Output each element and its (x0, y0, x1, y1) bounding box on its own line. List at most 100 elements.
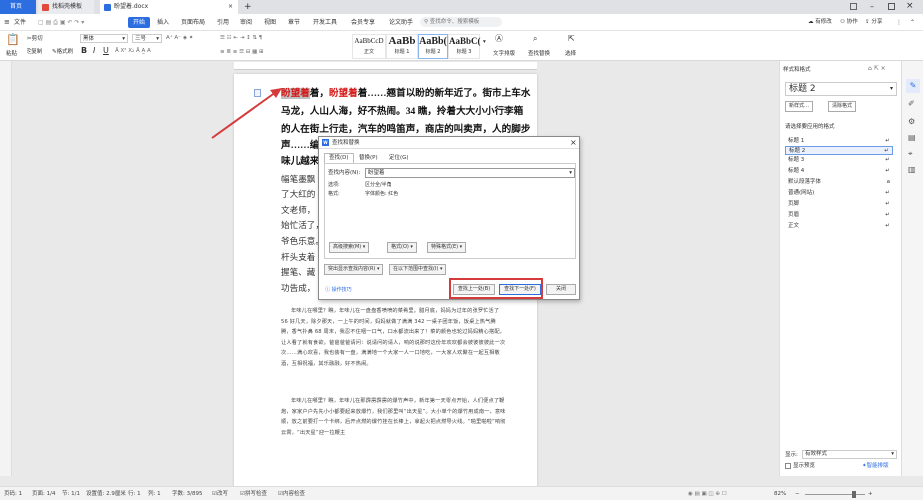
unsaved-status[interactable]: ☁ 有修改 (808, 18, 832, 27)
share-button[interactable]: ⇪ 分享 (865, 18, 882, 27)
menu-layout[interactable]: 页面布局 (181, 18, 205, 27)
more-icon[interactable]: ⋮ (896, 18, 902, 27)
menu-dev[interactable]: 开发工具 (313, 18, 337, 27)
style-list-item[interactable]: 标题 3 ↵ (785, 156, 893, 165)
underline-button[interactable]: U (103, 47, 109, 55)
spell-check-toggle[interactable]: ☑拼写检查 (240, 490, 267, 498)
preview-checkbox[interactable] (785, 463, 791, 469)
status-word-count[interactable]: 字数: 3/895 (172, 490, 202, 498)
dialog-titlebar[interactable]: W 查找和替换 × (319, 137, 579, 149)
zoom-out-icon[interactable]: − (795, 490, 800, 498)
quick-access-icons[interactable]: ▢ ▤ ⎙ ▣ ↶ ↷ ▾ (38, 18, 84, 27)
collapse-ribbon-icon[interactable]: ⌃ (910, 18, 915, 27)
tab-replace[interactable]: 替换(P) (359, 154, 378, 163)
tab-template[interactable]: 找稻壳模板 (38, 0, 94, 14)
copy-button[interactable]: ⎘复制 (27, 49, 42, 56)
tips-link[interactable]: ⓘ 操作技巧 (325, 286, 352, 294)
zoom-level[interactable]: 82% (774, 490, 786, 498)
overwrite-toggle[interactable]: ☑改写 (212, 490, 228, 498)
adjust-icon[interactable]: ⚙ (908, 117, 915, 127)
find-in-range-button[interactable]: 在以下范围中查找(I) ▾ (389, 264, 447, 275)
status-row[interactable]: 行: 1 (128, 490, 141, 498)
bold-button[interactable]: B (81, 47, 87, 55)
menu-start[interactable]: 开始 (128, 17, 151, 28)
layers-icon[interactable]: ▤ (908, 133, 916, 143)
layout-icon[interactable] (850, 3, 857, 10)
status-column[interactable]: 列: 1 (148, 490, 161, 498)
content-check-toggle[interactable]: ☑内容检查 (278, 490, 305, 498)
italic-button[interactable]: I (93, 47, 95, 55)
menu-view[interactable]: 视图 (264, 18, 276, 27)
style-heading3[interactable]: AaBbC(标题 3 (448, 34, 481, 59)
font-size-select[interactable]: 三号 ▾ (132, 34, 162, 43)
zoom-slider[interactable] (805, 494, 865, 495)
style-list-item[interactable]: 正文 ↵ (785, 222, 893, 231)
paste-button[interactable]: 粘贴 (6, 51, 17, 58)
minimize-icon[interactable]: – (870, 2, 874, 11)
tab-document[interactable]: 盼望着.docx × (100, 0, 238, 14)
text-tools-icon[interactable]: Ⓐ (495, 35, 503, 43)
menu-reference[interactable]: 引用 (217, 18, 229, 27)
format-button[interactable]: 格式(O) ▾ (387, 242, 417, 253)
show-select[interactable]: 有效样式 ▾ (802, 450, 897, 459)
tab-find[interactable]: 查找(D) (324, 153, 354, 163)
menu-file[interactable]: 文件 (14, 18, 26, 27)
edit-icon[interactable]: ✐ (908, 99, 915, 109)
text-tools-button[interactable]: 文字排版 (493, 51, 515, 58)
style-list-item[interactable]: 标题 2 ↵ (785, 146, 893, 155)
list-icons[interactable]: ☰ ☷ ⇤ ⇥ ↕ ⇅ ¶ (220, 35, 262, 42)
text-effect-icons[interactable]: Ā X² X₂ Ā A̲ A (115, 48, 151, 55)
status-pages[interactable]: 页面: 1/4 (32, 490, 55, 498)
tab-goto[interactable]: 定位(G) (389, 154, 409, 163)
close-tab-icon[interactable]: × (228, 0, 233, 14)
font-select[interactable]: 黑体 ▾ (80, 34, 128, 43)
view-mode-icons[interactable]: ◉ ▤ ▣ ◫ ⊕ ☐ (688, 490, 727, 498)
format-painter-button[interactable]: ✎格式刷 (52, 49, 73, 56)
new-style-button[interactable]: 新样式… (785, 101, 814, 112)
style-list-item[interactable]: 标题 4 ↵ (785, 167, 893, 176)
panel-controls-icons[interactable]: ⌂ ⇱ × (868, 65, 886, 73)
alignment-icons[interactable]: ≡ ≣ ≡ ☰ ⊟ ▦ ⊞ (220, 49, 264, 56)
menu-thesis[interactable]: 论文助手 (389, 18, 413, 27)
menu-insert[interactable]: 插入 (157, 18, 169, 27)
hamburger-icon[interactable]: ≡ (4, 18, 10, 27)
smart-format-link[interactable]: ✦智能排版 (862, 462, 889, 470)
zoom-in-icon[interactable]: + (868, 490, 873, 498)
clear-format-button[interactable]: 清除格式 (828, 101, 857, 112)
style-list-item[interactable]: 页脚 ↵ (785, 200, 893, 209)
menu-review[interactable]: 审阅 (240, 18, 252, 27)
select-button[interactable]: 选择 (565, 51, 576, 58)
style-list-item[interactable]: 普通(网站) ↵ (785, 189, 893, 198)
style-list-item[interactable]: 页眉 ↵ (785, 211, 893, 220)
cut-button[interactable]: ✂剪切 (27, 36, 43, 43)
collab-button[interactable]: ⚇ 协作 (840, 18, 858, 27)
new-tab-icon[interactable]: + (244, 1, 252, 13)
menu-section[interactable]: 章节 (288, 18, 300, 27)
status-page[interactable]: 页码: 1 (4, 490, 22, 498)
find-replace-icon[interactable]: ⌕ (533, 35, 537, 43)
special-format-button[interactable]: 特殊格式(E) ▾ (427, 242, 467, 253)
find-input[interactable]: 盼望着 ▾ (365, 168, 575, 178)
maximize-icon[interactable] (888, 3, 895, 10)
zoom-slider-handle[interactable] (852, 491, 856, 498)
dialog-close-icon[interactable]: × (570, 137, 577, 148)
close-window-icon[interactable]: × (906, 1, 914, 12)
style-normal[interactable]: AaBbCcD 正文 (352, 34, 386, 59)
paste-icon[interactable]: 📋 (6, 34, 20, 46)
font-grow-shrink-icons[interactable]: A⁺ A⁻ ◈ ✦ (166, 35, 193, 42)
styles-more-icon[interactable]: ▾ (483, 39, 486, 46)
style-heading2[interactable]: AaBb(标题 2 (418, 34, 448, 59)
command-search[interactable]: ⚲ 查找命令、搜索模板 (420, 17, 502, 27)
style-list-item[interactable]: 标题 1 ↵ (785, 137, 893, 146)
style-list-item[interactable]: 默认段落字体 a (785, 178, 893, 187)
location-icon[interactable]: ⌖ (908, 149, 913, 159)
advanced-search-button[interactable]: 高级搜索(M) ▾ (329, 242, 370, 253)
style-pen-icon[interactable]: ✎ (906, 79, 920, 93)
current-style-select[interactable]: 标题 2 ▾ (785, 82, 897, 96)
style-heading1[interactable]: AaBb 标题 1 (386, 34, 418, 59)
menu-member[interactable]: 会员专享 (351, 18, 375, 27)
cursor-icon[interactable]: ⇱ (568, 35, 575, 43)
vertical-ruler[interactable] (0, 61, 12, 476)
highlight-matches-button[interactable]: 突出显示查找内容(R) ▾ (324, 264, 384, 275)
close-button[interactable]: 关闭 (546, 284, 576, 295)
